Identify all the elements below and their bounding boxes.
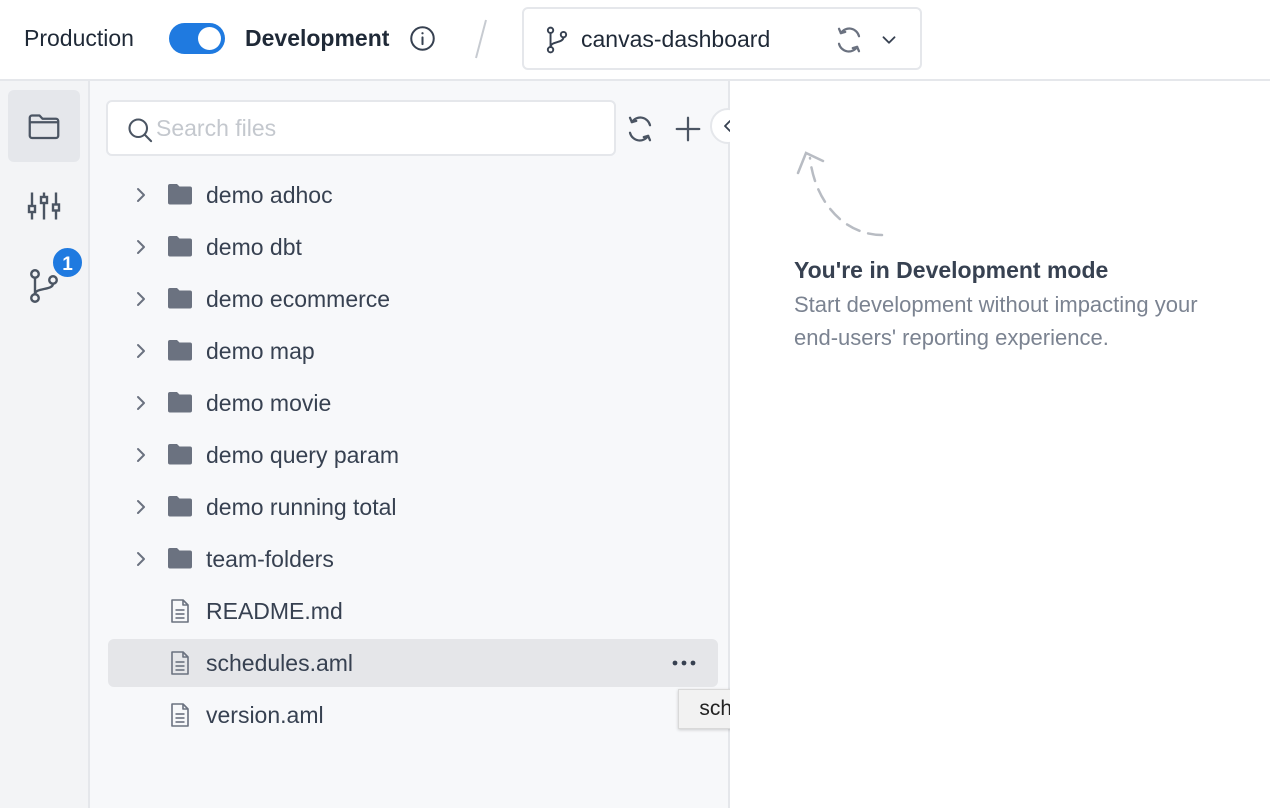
- chevron-right-icon[interactable]: [132, 550, 150, 568]
- tree-item-label: version.aml: [206, 702, 324, 728]
- tree-item-label: demo dbt: [206, 234, 302, 260]
- rail-files-button[interactable]: [8, 90, 80, 162]
- folder-row[interactable]: demo ecommerce: [108, 275, 718, 323]
- empty-state-title: You're in Development mode: [794, 257, 1109, 283]
- refresh-icon[interactable]: [834, 25, 864, 55]
- git-branch-icon: [546, 26, 568, 54]
- tree-item-label: demo query param: [206, 442, 400, 468]
- production-label[interactable]: Production: [24, 24, 134, 52]
- refresh-icon[interactable]: [625, 114, 655, 144]
- tree-item-label: demo map: [206, 338, 315, 364]
- chevron-right-icon[interactable]: [132, 446, 150, 464]
- top-bar: Production Development canvas-dashboard: [0, 0, 1270, 81]
- file-row[interactable]: version.aml: [108, 691, 718, 739]
- info-icon[interactable]: [409, 25, 436, 52]
- search-input[interactable]: [156, 112, 596, 144]
- folder-row[interactable]: demo map: [108, 327, 718, 375]
- chevron-right-icon[interactable]: [132, 342, 150, 360]
- folder-row[interactable]: team-folders: [108, 535, 718, 583]
- chevron-down-icon[interactable]: [878, 29, 900, 51]
- file-panel: demo adhoc demo dbt demo ecommerce demo map…: [90, 81, 746, 808]
- chevron-right-icon[interactable]: [132, 498, 150, 516]
- folder-icon: [168, 340, 192, 361]
- folder-row[interactable]: demo dbt: [108, 223, 718, 271]
- curved-arrow-icon: [796, 151, 884, 237]
- folder-row[interactable]: demo query param: [108, 431, 718, 479]
- folder-icon: [168, 496, 192, 517]
- tree-item-label: demo adhoc: [206, 182, 333, 208]
- tree-item-label: schedules.aml: [206, 650, 354, 676]
- folder-row[interactable]: demo running total: [108, 483, 718, 531]
- branch-name: canvas-dashboard: [581, 26, 771, 52]
- breadcrumb-separator: [475, 19, 487, 59]
- chevron-right-icon[interactable]: [132, 290, 150, 308]
- empty-state-description: Start development without impacting your…: [794, 292, 1198, 350]
- folder-icon: [168, 288, 192, 309]
- branch-selector[interactable]: canvas-dashboard: [522, 7, 922, 70]
- left-rail: 1: [0, 81, 90, 808]
- development-label[interactable]: Development: [245, 24, 389, 52]
- folder-icon: [28, 114, 60, 140]
- file-row[interactable]: README.md: [108, 587, 718, 635]
- chevron-right-icon[interactable]: [132, 186, 150, 204]
- folder-row[interactable]: demo movie: [108, 379, 718, 427]
- folder-icon: [168, 444, 192, 465]
- sliders-icon: [27, 192, 61, 220]
- file-icon: [171, 703, 189, 727]
- folder-row[interactable]: demo adhoc: [108, 171, 718, 219]
- file-icon: [171, 651, 189, 675]
- search-box: [106, 100, 616, 156]
- add-icon[interactable]: [673, 114, 703, 144]
- tree-item-label: README.md: [206, 598, 343, 624]
- chevron-right-icon[interactable]: [132, 238, 150, 256]
- tree-item-label: team-folders: [206, 546, 334, 572]
- rail-settings-button[interactable]: [8, 170, 80, 242]
- folder-icon: [168, 236, 192, 257]
- main-content: You're in Development mode Start develop…: [730, 81, 1270, 808]
- search-icon: [128, 118, 153, 143]
- folder-icon: [168, 548, 192, 569]
- more-options-icon[interactable]: [670, 655, 698, 671]
- tree-item-label: demo ecommerce: [206, 286, 391, 312]
- mode-toggle[interactable]: [169, 23, 225, 54]
- tree-item-label: demo running total: [206, 494, 397, 520]
- folder-icon: [168, 184, 192, 205]
- file-icon: [171, 599, 189, 623]
- chevron-right-icon[interactable]: [132, 394, 150, 412]
- tree-item-label: demo movie: [206, 390, 332, 416]
- file-row[interactable]: schedules.aml: [108, 639, 718, 687]
- git-changes-badge: 1: [51, 246, 84, 279]
- toggle-knob: [198, 27, 221, 50]
- folder-icon: [168, 392, 192, 413]
